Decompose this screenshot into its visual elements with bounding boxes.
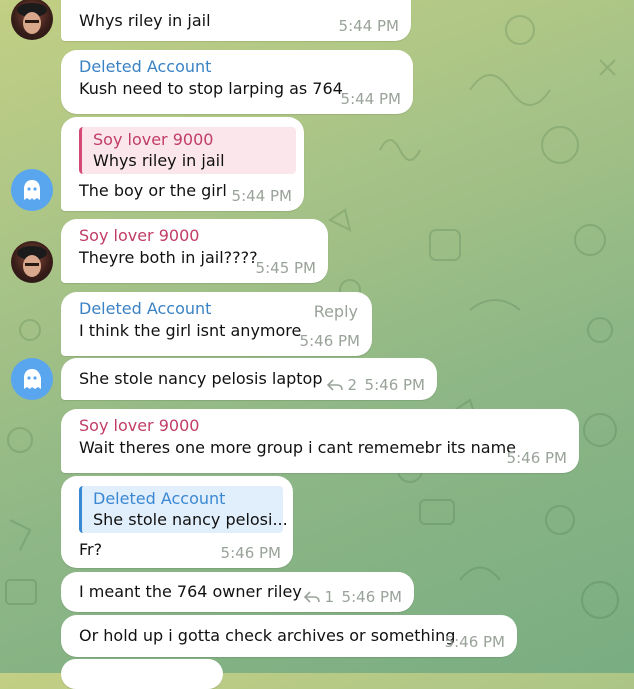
sender-name[interactable]: Soy lover 9000 bbox=[79, 225, 310, 247]
message-time: 5:44 PM bbox=[340, 90, 401, 108]
reply-arrow-icon bbox=[327, 379, 344, 391]
quote-text: Whys riley in jail bbox=[93, 151, 225, 170]
message-bubble[interactable]: Soy lover 9000 Wait theres one more grou… bbox=[61, 409, 579, 473]
ghost-icon bbox=[24, 369, 41, 389]
message-time: 5:46 PM bbox=[220, 544, 281, 562]
message-time: 5:46 PM bbox=[506, 449, 567, 467]
deleted-account-avatar[interactable] bbox=[11, 169, 53, 211]
reply-quote[interactable]: Deleted Account She stole nancy pelosi..… bbox=[79, 486, 288, 533]
reply-count: 2 bbox=[347, 376, 357, 394]
message-bubble[interactable]: Whys riley in jail 5:44 PM bbox=[61, 0, 411, 41]
thread-replies[interactable]: 1 bbox=[304, 588, 334, 606]
message-time: 5:46 PM bbox=[444, 633, 505, 651]
message-bubble[interactable]: Deleted Account Kush need to stop larpin… bbox=[61, 50, 413, 114]
message-time: 5:44 PM bbox=[231, 187, 292, 205]
message-bubble[interactable]: Deleted Account Reply I think the girl i… bbox=[61, 292, 372, 356]
message-bubble[interactable]: I meant the 764 owner riley 1 5:46 PM bbox=[61, 572, 414, 612]
message-bubble[interactable] bbox=[61, 659, 223, 689]
message-time: 5:46 PM bbox=[364, 376, 425, 394]
message-time: 5:46 PM bbox=[341, 588, 402, 606]
message-bubble[interactable]: Soy lover 9000 Whys riley in jail The bo… bbox=[61, 117, 304, 211]
message-bubble[interactable]: Soy lover 9000 Theyre both in jail???? 5… bbox=[61, 219, 328, 283]
user-avatar[interactable] bbox=[11, 0, 53, 40]
reply-count: 1 bbox=[324, 588, 334, 606]
message-text: Wait theres one more group i cant rememe… bbox=[79, 438, 516, 457]
message-bubble[interactable]: Or hold up i gotta check archives or som… bbox=[61, 615, 517, 657]
message-bubble[interactable]: She stole nancy pelosis laptop 2 5:46 PM bbox=[61, 358, 437, 400]
reply-button[interactable]: Reply bbox=[314, 302, 358, 321]
message-text: Or hold up i gotta check archives or som… bbox=[79, 626, 456, 645]
ghost-icon bbox=[24, 180, 40, 200]
message-time: 5:45 PM bbox=[255, 259, 316, 277]
message-bubble[interactable]: Deleted Account She stole nancy pelosi..… bbox=[61, 476, 293, 568]
user-avatar[interactable] bbox=[11, 241, 53, 283]
quote-sender: Soy lover 9000 bbox=[93, 130, 214, 149]
quote-sender: Deleted Account bbox=[93, 489, 226, 508]
reply-quote[interactable]: Soy lover 9000 Whys riley in jail bbox=[79, 127, 296, 174]
message-time: 5:44 PM bbox=[338, 17, 399, 35]
sender-name[interactable]: Deleted Account bbox=[79, 56, 395, 78]
thread-replies[interactable]: 2 bbox=[327, 376, 357, 394]
deleted-account-avatar[interactable] bbox=[11, 358, 53, 400]
reply-arrow-icon bbox=[304, 591, 321, 603]
sender-name[interactable]: Soy lover 9000 bbox=[79, 415, 561, 437]
quote-text: She stole nancy pelosi... bbox=[93, 510, 288, 529]
message-time: 5:46 PM bbox=[299, 332, 360, 350]
